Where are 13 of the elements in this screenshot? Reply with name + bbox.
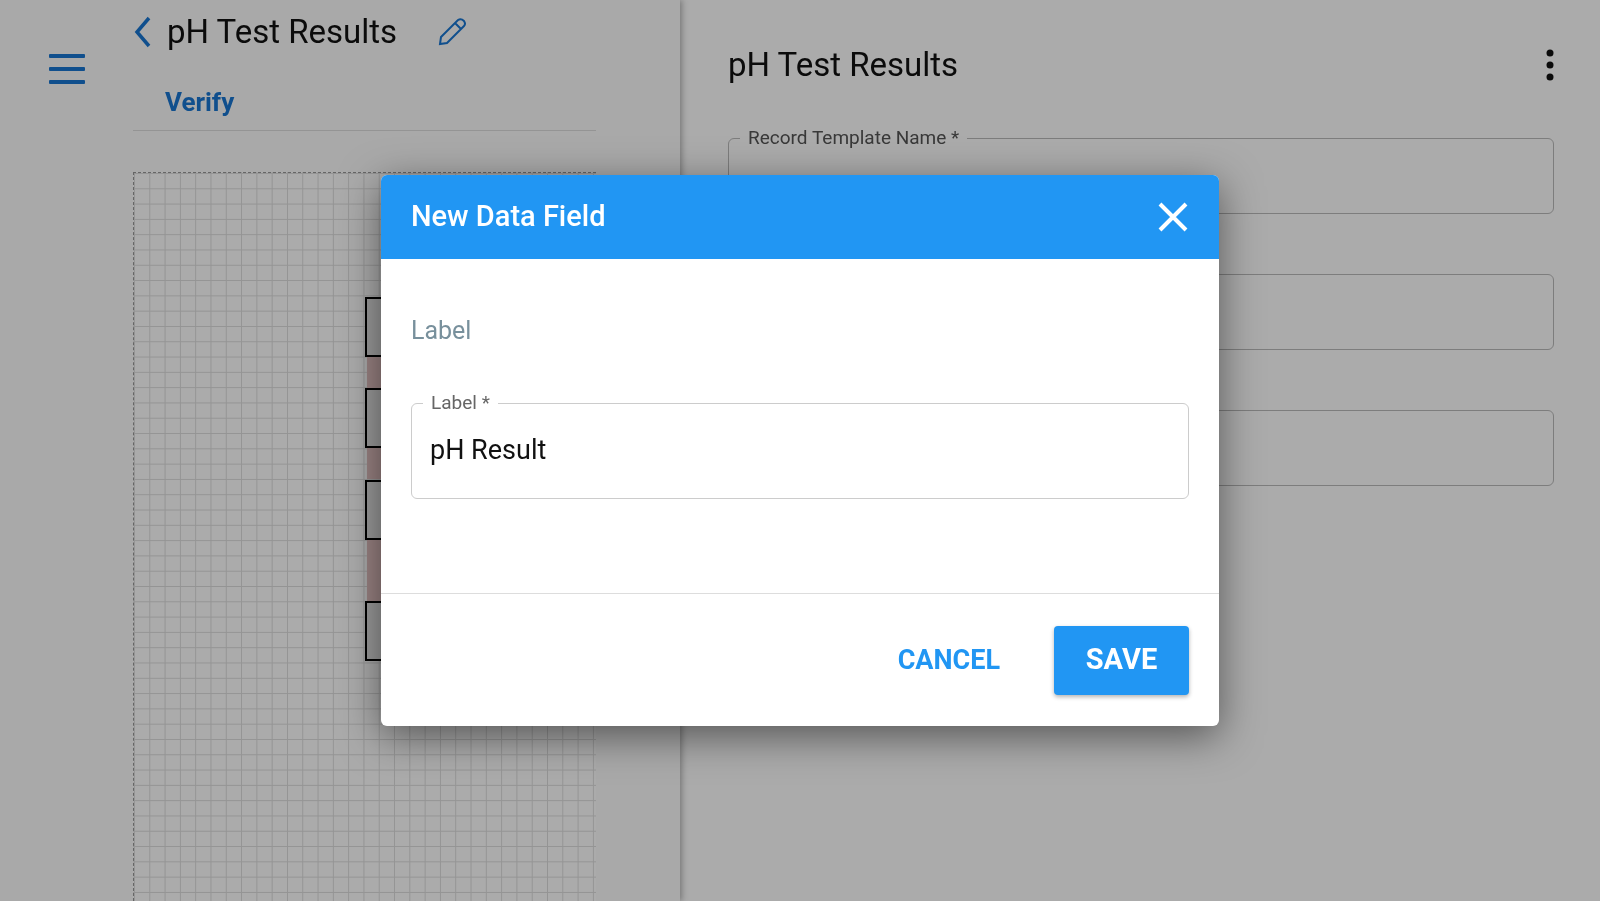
dialog-title: New Data Field <box>411 198 606 236</box>
cancel-button[interactable]: CANCEL <box>889 630 1008 690</box>
menu-icon[interactable] <box>49 54 85 84</box>
field-value: pH Result <box>430 433 547 469</box>
panel-title: pH Test Results <box>728 44 959 87</box>
tab[interactable]: Verify <box>165 83 235 130</box>
section-heading: Label <box>411 315 473 347</box>
close-icon[interactable] <box>1157 201 1189 233</box>
back-icon[interactable] <box>133 16 153 48</box>
more-icon[interactable] <box>1546 49 1554 81</box>
pencil-icon[interactable] <box>437 17 468 47</box>
page-title: pH Test Results <box>167 11 398 54</box>
save-button[interactable]: SAVE <box>1054 625 1189 695</box>
